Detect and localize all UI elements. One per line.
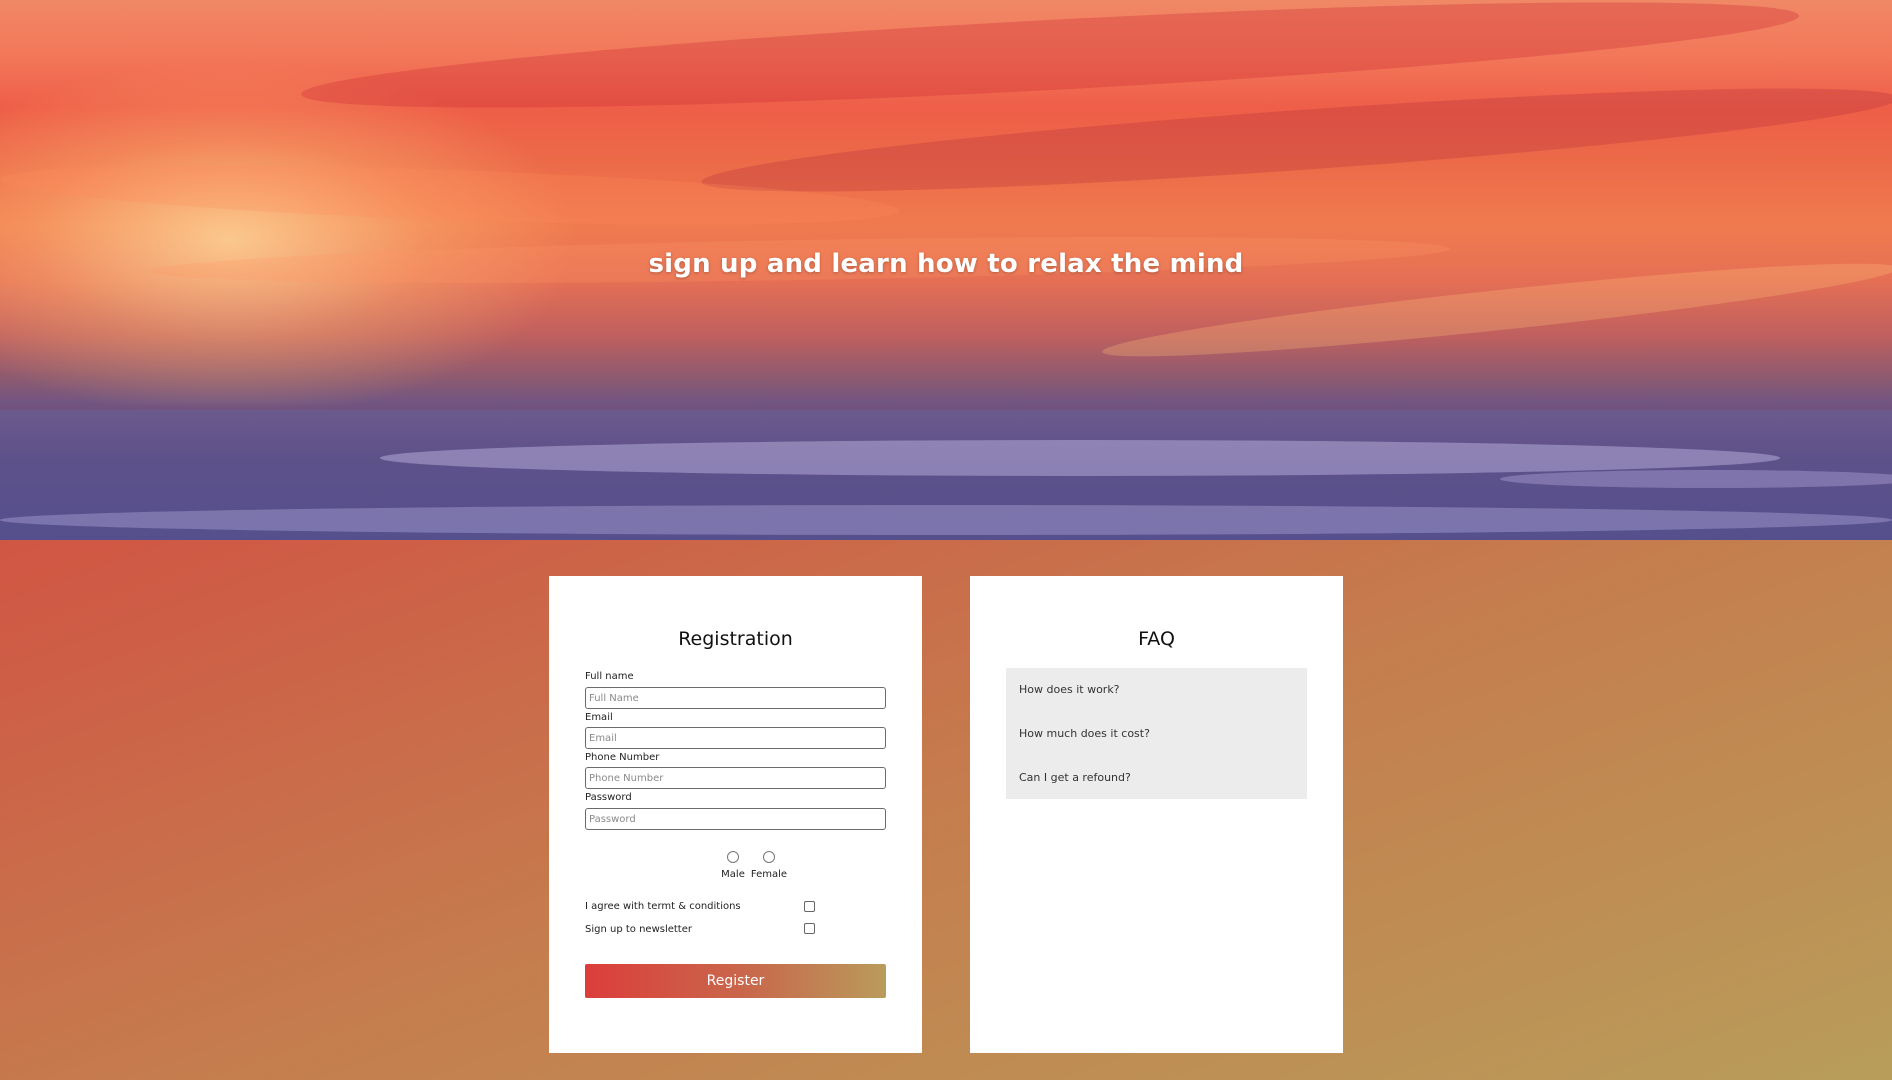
- female-label: Female: [750, 869, 788, 880]
- email-input[interactable]: [585, 727, 886, 749]
- faq-list: How does it work? How much does it cost?…: [1006, 668, 1307, 799]
- registration-card: Registration Full name Email Phone Numbe…: [549, 576, 922, 1053]
- faq-item[interactable]: How much does it cost?: [1019, 727, 1150, 740]
- faq-item[interactable]: Can I get a refound?: [1019, 771, 1131, 784]
- newsletter-label: Sign up to newsletter: [585, 924, 692, 935]
- register-button[interactable]: Register: [585, 964, 886, 998]
- password-label: Password: [585, 792, 632, 803]
- newsletter-checkbox[interactable]: [804, 923, 815, 934]
- hero-banner: sign up and learn how to relax the mind: [0, 0, 1892, 540]
- wave: [380, 440, 1780, 476]
- full-name-label: Full name: [585, 671, 634, 682]
- registration-title: Registration: [678, 628, 793, 650]
- phone-number-label: Phone Number: [585, 752, 660, 763]
- terms-checkbox[interactable]: [804, 901, 815, 912]
- email-label: Email: [585, 712, 613, 723]
- faq-card: FAQ How does it work? How much does it c…: [970, 576, 1343, 1053]
- male-radio[interactable]: [727, 851, 739, 863]
- wave: [0, 505, 1892, 535]
- sun-glow: [0, 60, 580, 420]
- hero-tagline: sign up and learn how to relax the mind: [648, 249, 1244, 279]
- password-input[interactable]: [585, 808, 886, 830]
- terms-label: I agree with termt & conditions: [585, 901, 741, 912]
- faq-item[interactable]: How does it work?: [1019, 683, 1120, 696]
- faq-title: FAQ: [1138, 628, 1175, 650]
- female-radio[interactable]: [763, 851, 775, 863]
- gender-option-female[interactable]: Female: [746, 851, 792, 880]
- full-name-input[interactable]: [585, 687, 886, 709]
- phone-number-input[interactable]: [585, 767, 886, 789]
